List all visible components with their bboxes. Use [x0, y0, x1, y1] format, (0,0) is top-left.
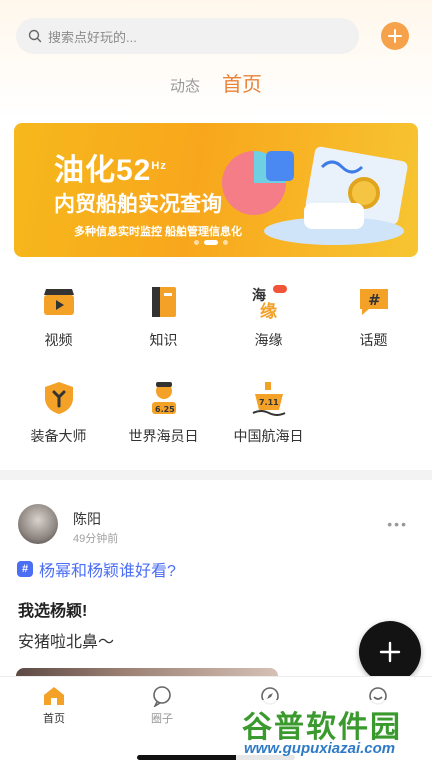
- add-button[interactable]: [381, 22, 409, 50]
- svg-text:6.25: 6.25: [155, 405, 175, 414]
- feature-row-2: 装备大师 6.25 世界海员日 7.11 中国航海日: [6, 378, 432, 446]
- banner-subtitle: 内贸船舶实况查询: [54, 193, 222, 216]
- home-icon: [44, 687, 64, 705]
- post-body: 安猪啦北鼻～: [18, 634, 115, 651]
- search-input[interactable]: 搜索点好玩的...: [16, 18, 359, 54]
- feature-video[interactable]: 视频: [6, 282, 111, 350]
- post-title: 我选杨颖!: [18, 603, 88, 620]
- nav-label: 首页: [43, 713, 65, 725]
- plus-icon: [388, 29, 402, 43]
- chat-bubble-icon: [153, 686, 171, 707]
- feature-label: 中国航海日: [233, 428, 304, 444]
- section-divider: [0, 470, 432, 480]
- post-topic: 杨幂和杨颖谁好看?: [39, 563, 176, 580]
- post-topic-tag[interactable]: # 杨幂和杨颖谁好看?: [17, 557, 176, 581]
- plus-icon: [379, 641, 401, 663]
- feature-label: 知识: [149, 332, 178, 348]
- tab-dongtai[interactable]: 动态: [170, 75, 200, 96]
- feature-topic[interactable]: # 话题: [321, 282, 426, 350]
- avatar[interactable]: [18, 504, 58, 544]
- wrench-shield-icon: [39, 378, 79, 418]
- feature-label: 装备大师: [30, 428, 87, 444]
- feature-label: 海缘: [254, 332, 283, 348]
- post-username[interactable]: 陈阳: [73, 509, 101, 529]
- feature-seafarer-day[interactable]: 6.25 世界海员日: [111, 378, 216, 446]
- create-post-button[interactable]: [359, 621, 421, 683]
- book-icon: [144, 282, 184, 322]
- top-tabs: 动态 首页: [0, 68, 432, 97]
- feature-knowledge[interactable]: 知识: [111, 282, 216, 350]
- tab-home[interactable]: 首页: [222, 68, 262, 97]
- more-options-icon[interactable]: •••: [387, 516, 408, 532]
- sailor-625-icon: 6.25: [144, 378, 184, 418]
- watermark-url: www.gupuxiazai.com: [244, 740, 396, 757]
- search-placeholder: 搜索点好玩的...: [48, 29, 137, 45]
- haiyuan-hot-icon: 海缘: [249, 282, 289, 322]
- search-icon: [28, 29, 42, 43]
- post-time: 49分钟前: [73, 533, 119, 545]
- ship-711-icon: 7.11: [249, 378, 289, 418]
- promo-banner[interactable]: 油化52Hz 内贸船舶实况查询 多种信息实时监控 船舶管理信息化: [14, 123, 418, 257]
- banner-pager: [194, 240, 228, 245]
- feature-row-1: 视频 知识 海缘 海缘 # 话题: [6, 282, 432, 350]
- nav-home[interactable]: 首页: [0, 677, 108, 768]
- svg-text:缘: 缘: [260, 301, 277, 320]
- feature-label: 世界海员日: [128, 428, 199, 444]
- banner-illustration: [222, 146, 408, 245]
- feature-equipment-master[interactable]: 装备大师: [6, 378, 111, 446]
- feature-haiyuan[interactable]: 海缘 海缘: [216, 282, 321, 350]
- video-clapper-icon: [39, 282, 79, 322]
- hashtag-bubble-icon: #: [354, 282, 394, 322]
- nav-label: 圈子: [151, 713, 173, 725]
- svg-text:#: #: [368, 291, 381, 309]
- svg-text:7.11: 7.11: [259, 398, 279, 407]
- feature-label: 视频: [44, 332, 73, 348]
- feature-maritime-day[interactable]: 7.11 中国航海日: [216, 378, 321, 446]
- watermark: 谷普软件园 www.gupuxiazai.com: [236, 700, 430, 766]
- banner-title: 油化52Hz: [54, 154, 167, 187]
- hashtag-icon: #: [17, 561, 33, 577]
- feature-label: 话题: [359, 332, 388, 348]
